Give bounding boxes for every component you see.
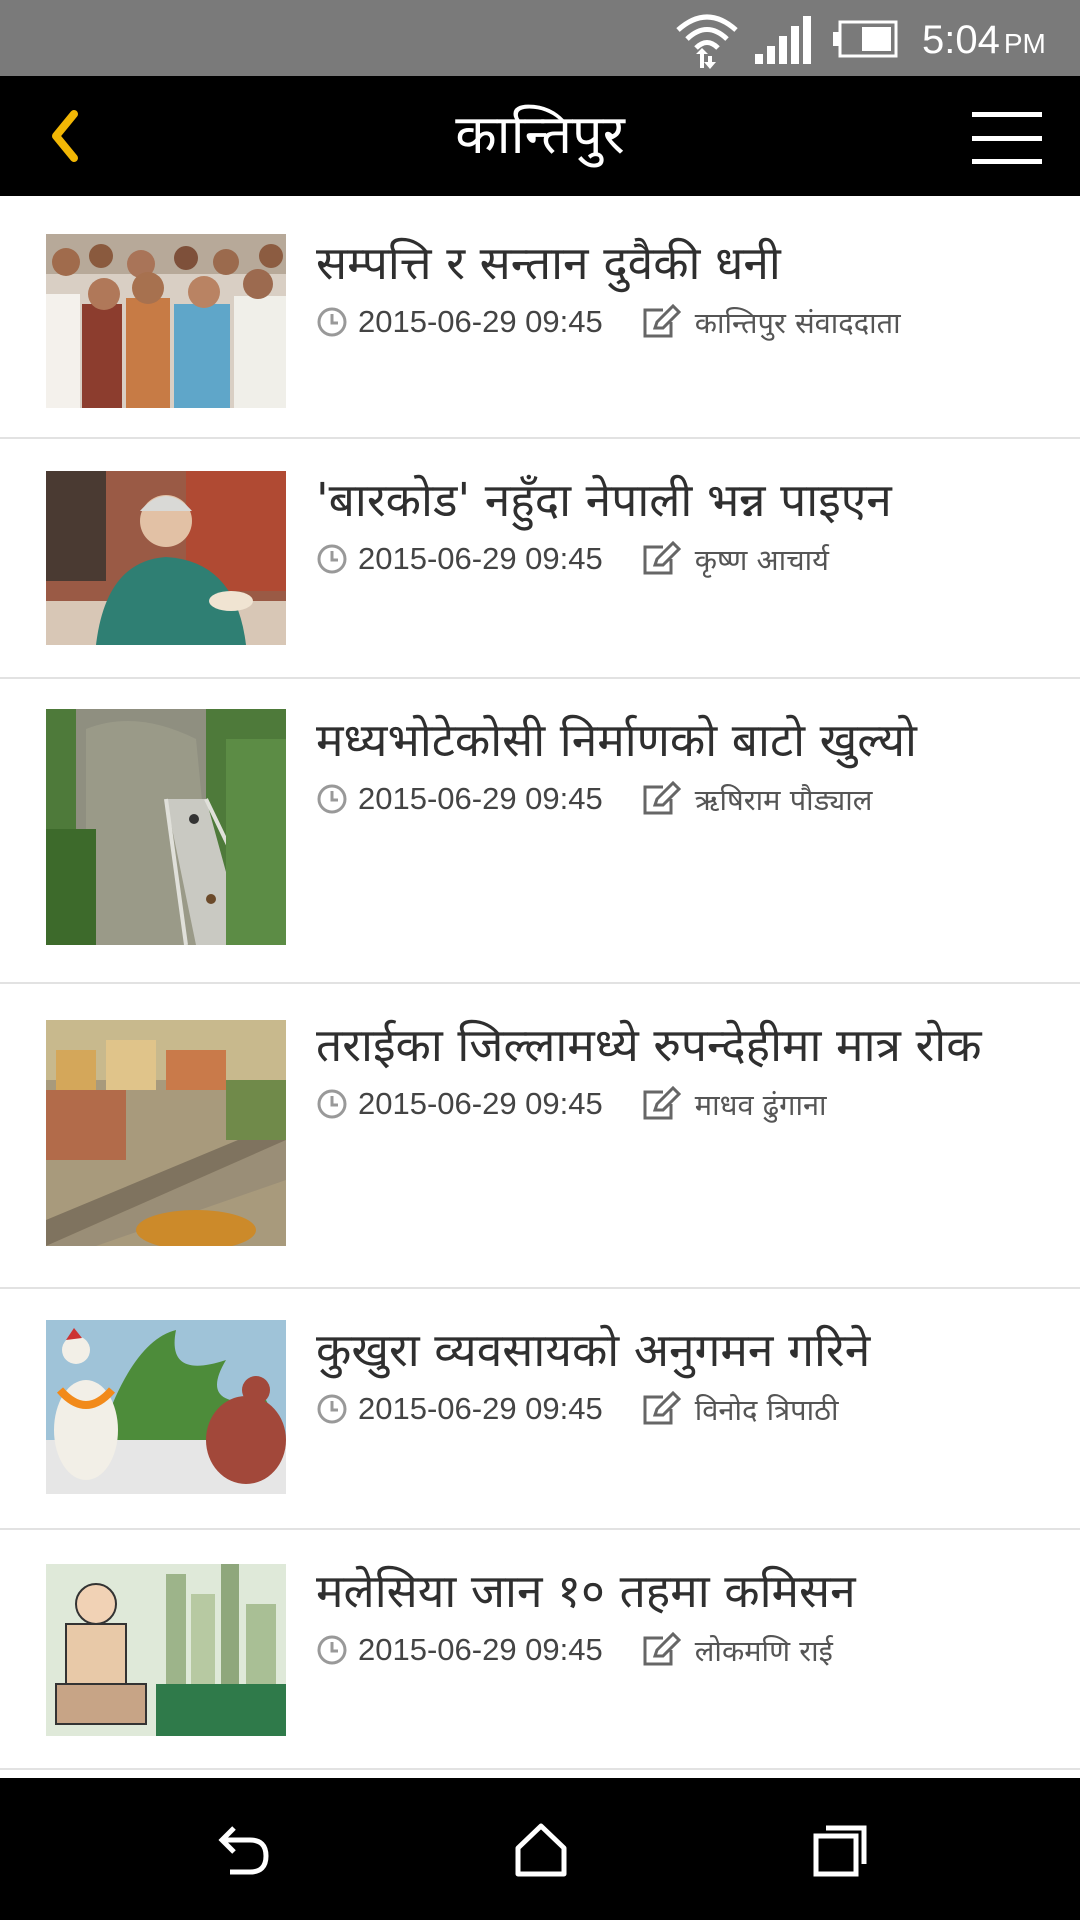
news-list: सम्पत्ति र सन्तान दुवैकी धनी 2015-06-29 … — [0, 196, 1080, 1778]
edit-icon — [643, 541, 681, 575]
status-clock: 5:04 PM — [922, 16, 1046, 64]
news-date: 2015-06-29 09:45 — [358, 304, 603, 339]
news-headline[interactable]: 'बारकोड' नहुँदा नेपाली भन्न पाइएन — [316, 469, 1040, 531]
news-author: माधव ढुंगाना — [694, 1087, 827, 1122]
news-headline[interactable]: तराईका जिल्लामध्ये रुपन्देहीमा मात्र रोक — [316, 1014, 1040, 1076]
system-nav-bar — [0, 1778, 1080, 1920]
clock-icon — [317, 1089, 347, 1119]
news-thumbnail — [46, 471, 286, 645]
news-meta: 2015-06-29 09:45 कृष्ण आचार्य — [316, 539, 1040, 579]
clock-icon — [317, 1635, 347, 1665]
edit-icon — [643, 1391, 681, 1425]
news-author: कृष्ण आचार्य — [694, 542, 829, 577]
clock-icon — [317, 544, 347, 574]
news-item[interactable]: 'बारकोड' नहुँदा नेपाली भन्न पाइएन 2015-0… — [0, 439, 1080, 679]
signal-icon — [755, 16, 811, 64]
news-meta: 2015-06-29 09:45 लोकमणि राई — [316, 1630, 1040, 1670]
news-author: विनोद त्रिपाठी — [694, 1392, 839, 1427]
news-headline[interactable]: मलेसिया जान १० तहमा कमिसन — [316, 1560, 1040, 1622]
clock-icon — [317, 784, 347, 814]
hamburger-menu-icon[interactable] — [972, 112, 1042, 164]
page-title: कान्तिपुर — [455, 103, 625, 166]
news-item[interactable]: तराईका जिल्लामध्ये रुपन्देहीमा मात्र रोक… — [0, 984, 1080, 1289]
edit-icon — [643, 1632, 681, 1666]
news-item[interactable]: कुखुरा व्यवसायको अनुगमन गरिने 2015-06-29… — [0, 1289, 1080, 1530]
news-item[interactable]: मलेसिया जान १० तहमा कमिसन 2015-06-29 09:… — [0, 1530, 1080, 1770]
news-author: कान्तिपुर संवाददाता — [694, 305, 901, 340]
clock-icon — [317, 1394, 347, 1424]
news-item[interactable]: सम्पत्ति र सन्तान दुवैकी धनी 2015-06-29 … — [0, 196, 1080, 439]
wifi-icon — [676, 14, 738, 69]
app-bar: कान्तिपुर — [0, 76, 1080, 196]
clock-ampm: PM — [1003, 28, 1046, 59]
edit-icon — [643, 304, 681, 338]
news-thumbnail — [46, 1564, 286, 1736]
news-meta: 2015-06-29 09:45 माधव ढुंगाना — [316, 1084, 1040, 1124]
news-date: 2015-06-29 09:45 — [358, 1632, 603, 1667]
news-date: 2015-06-29 09:45 — [358, 781, 603, 816]
home-icon[interactable] — [506, 1814, 576, 1884]
news-date: 2015-06-29 09:45 — [358, 1086, 603, 1121]
status-bar: 5:04 PM — [0, 0, 1080, 76]
clock-icon — [317, 307, 347, 337]
news-date: 2015-06-29 09:45 — [358, 541, 603, 576]
news-author: ऋषिराम पौड्याल — [694, 782, 873, 817]
edit-icon — [643, 781, 681, 815]
news-meta: 2015-06-29 09:45 कान्तिपुर संवाददाता — [316, 302, 1040, 342]
news-meta: 2015-06-29 09:45 विनोद त्रिपाठी — [316, 1389, 1040, 1429]
news-headline[interactable]: सम्पत्ति र सन्तान दुवैकी धनी — [316, 232, 1040, 294]
news-thumbnail — [46, 1320, 286, 1494]
back-icon[interactable] — [206, 1814, 276, 1884]
news-thumbnail — [46, 709, 286, 945]
recent-apps-icon[interactable] — [806, 1814, 876, 1884]
edit-icon — [643, 1086, 681, 1120]
clock-time: 5:04 — [922, 18, 1000, 62]
news-item[interactable]: मध्यभोटेकोसी निर्माणको बाटो खुल्यो 2015-… — [0, 679, 1080, 984]
news-thumbnail — [46, 1020, 286, 1246]
news-date: 2015-06-29 09:45 — [358, 1391, 603, 1426]
news-meta: 2015-06-29 09:45 ऋषिराम पौड्याल — [316, 779, 1040, 819]
battery-icon — [833, 20, 898, 58]
news-headline[interactable]: कुखुरा व्यवसायको अनुगमन गरिने — [316, 1319, 1040, 1381]
chevron-left-icon[interactable] — [40, 106, 100, 166]
news-author: लोकमणि राई — [694, 1633, 833, 1668]
news-headline[interactable]: मध्यभोटेकोसी निर्माणको बाटो खुल्यो — [316, 709, 1040, 771]
news-thumbnail — [46, 234, 286, 408]
